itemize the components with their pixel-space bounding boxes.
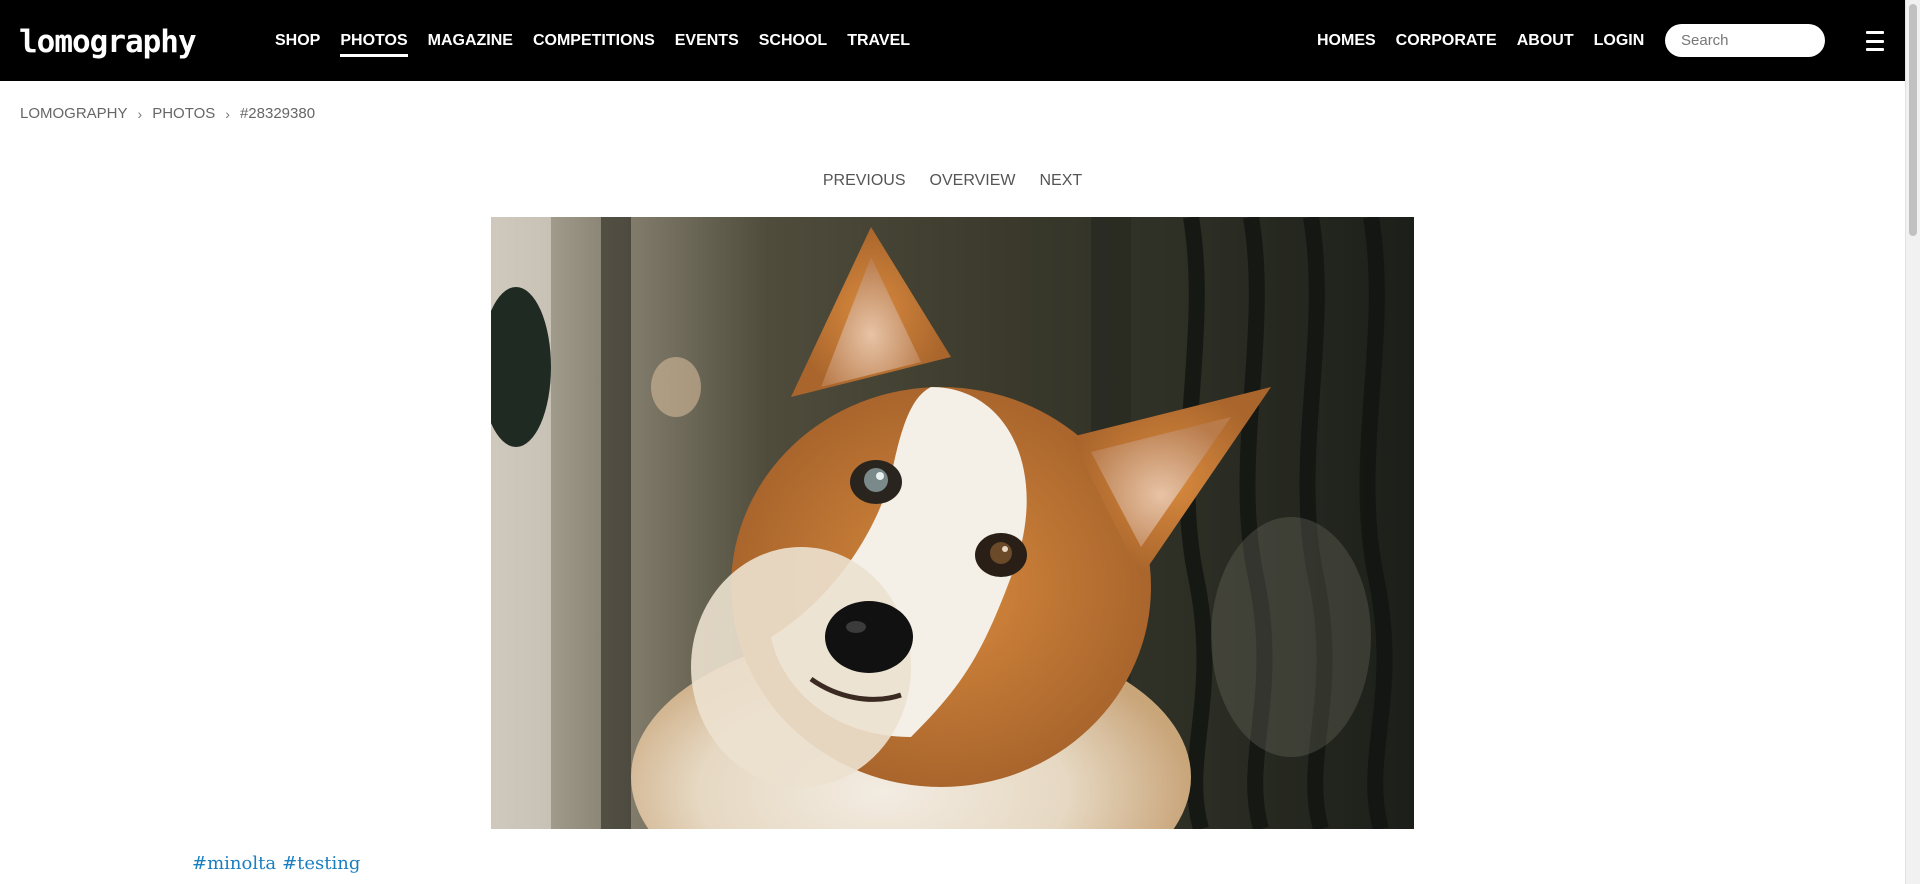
- photo-navigation: PREVIOUS OVERVIEW NEXT: [0, 172, 1905, 190]
- photo-tags: #minolta #testing: [192, 853, 360, 874]
- previous-photo-link[interactable]: PREVIOUS: [823, 172, 906, 190]
- tag-minolta[interactable]: #minolta: [192, 853, 276, 874]
- menu-bar: [1866, 48, 1884, 51]
- page-scrollbar[interactable]: [1905, 0, 1920, 884]
- nav-item-corporate[interactable]: CORPORATE: [1396, 0, 1497, 81]
- tag-testing[interactable]: #testing: [282, 853, 360, 874]
- search-input[interactable]: [1681, 32, 1811, 49]
- scrollbar-thumb[interactable]: [1909, 4, 1917, 236]
- nav-item-shop[interactable]: SHOP: [275, 0, 320, 81]
- overview-link[interactable]: OVERVIEW: [930, 172, 1016, 190]
- breadcrumb-photos[interactable]: PHOTOS: [152, 105, 215, 122]
- next-photo-link[interactable]: NEXT: [1039, 172, 1082, 190]
- nav-item-school[interactable]: SCHOOL: [759, 0, 827, 81]
- nav-item-photos[interactable]: PHOTOS: [340, 0, 408, 81]
- nav-item-magazine[interactable]: MAGAZINE: [428, 0, 513, 81]
- breadcrumb: LOMOGRAPHY › PHOTOS › #28329380: [20, 105, 315, 122]
- top-navigation-bar: lomography SHOP PHOTOS MAGAZINE COMPETIT…: [0, 0, 1905, 81]
- primary-nav: SHOP PHOTOS MAGAZINE COMPETITIONS EVENTS…: [275, 0, 930, 81]
- breadcrumb-separator: ›: [225, 105, 230, 122]
- nav-item-login[interactable]: LOGIN: [1594, 0, 1645, 81]
- menu-bar: [1866, 39, 1884, 43]
- lomography-logo[interactable]: lomography: [19, 25, 197, 59]
- nav-item-about[interactable]: ABOUT: [1517, 0, 1574, 81]
- secondary-nav: HOMES CORPORATE ABOUT LOGIN: [1317, 0, 1664, 81]
- search-box[interactable]: [1665, 24, 1825, 57]
- hamburger-menu-icon[interactable]: [1866, 31, 1884, 51]
- menu-bar: [1866, 31, 1884, 34]
- nav-item-travel[interactable]: TRAVEL: [847, 0, 910, 81]
- breadcrumb-separator: ›: [137, 105, 143, 122]
- corgi-photo-image: [491, 217, 1414, 829]
- nav-item-competitions[interactable]: COMPETITIONS: [533, 0, 655, 81]
- nav-item-homes[interactable]: HOMES: [1317, 0, 1376, 81]
- breadcrumb-lomography[interactable]: LOMOGRAPHY: [20, 105, 128, 122]
- nav-item-events[interactable]: EVENTS: [675, 0, 739, 81]
- breadcrumb-current-photo-id: #28329380: [239, 105, 316, 122]
- main-photo[interactable]: [491, 217, 1414, 829]
- logo-text[interactable]: lomography: [19, 26, 197, 58]
